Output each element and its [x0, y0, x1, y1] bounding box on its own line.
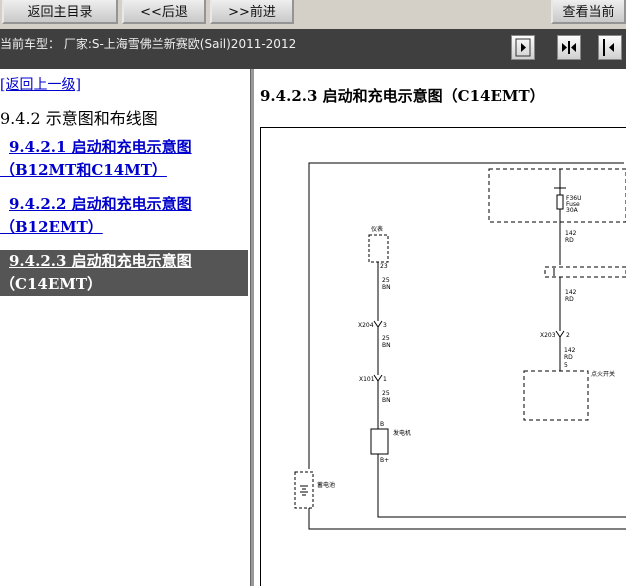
pin-bplus: B+: [380, 457, 389, 464]
view-current-button-label: 查看当前: [562, 5, 615, 20]
section-heading: 9.4.2 示意图和布线图: [0, 109, 158, 128]
toc-pane: [返回上一级] 9.4.2 示意图和布线图 9.4.2.1 启动和充电示意图 （…: [0, 69, 250, 586]
fit-button[interactable]: [557, 35, 581, 60]
view-current-button[interactable]: 查看当前: [551, 0, 626, 24]
fuse-rating: 30A: [566, 207, 579, 214]
car-info-bar: 当前车型： 厂家:S-上海雪佛兰新赛欧(Sail)2011-2012: [0, 29, 626, 69]
pin-3: 3: [383, 322, 387, 329]
expand-left-icon: [515, 38, 531, 57]
wire-25-b: 25: [382, 335, 390, 342]
starting-charging-schematic: F36U Fuse 30A 142 RD 142 RD X203 2 142 R…: [260, 127, 626, 586]
toc-item-line: （B12MT和C14MT）: [0, 161, 167, 179]
wire-25-c: 25: [382, 390, 390, 397]
wire-rd-b: RD: [565, 296, 574, 303]
toc-item-9-4-2-3-selected[interactable]: 9.4.2.3 启动和充电示意图 （C14EMT）: [0, 250, 248, 296]
toc-item-line: 9.4.2.2 启动和充电示意图: [9, 195, 192, 213]
home-button-label: 返回主目录: [27, 5, 93, 20]
forward-button-label: >>前进: [228, 5, 276, 20]
current-car-model: 当前车型： 厂家:S-上海雪佛兰新赛欧(Sail)2011-2012: [0, 37, 297, 51]
toc-item-9-4-2-1[interactable]: 9.4.2.1 启动和充电示意图 （B12MT和C14MT）: [0, 136, 192, 182]
wire-142-b: 142: [565, 289, 577, 296]
pin-b: B: [380, 421, 384, 428]
wire-bn-a: BN: [382, 284, 391, 291]
home-button[interactable]: 返回主目录: [2, 0, 118, 24]
connector-x203: X203: [540, 332, 556, 339]
wire-25-a: 25: [382, 277, 390, 284]
wire-142-a: 142: [565, 230, 577, 237]
forward-button[interactable]: >>前进: [210, 0, 294, 24]
wire-142-c: 142: [564, 347, 576, 354]
back-to-parent-link[interactable]: [返回上一级]: [0, 74, 81, 94]
wire-rd-c: RD: [564, 354, 573, 361]
connector-x101: X101: [359, 376, 375, 383]
wire-bn-b: BN: [382, 342, 391, 349]
toc-item-line: （B12EMT）: [0, 218, 103, 236]
expand-right-button[interactable]: [598, 35, 622, 60]
pin-2: 2: [566, 332, 570, 339]
expand-right-icon: [603, 39, 614, 56]
wire-rd-a: RD: [565, 237, 574, 244]
back-button[interactable]: <<后退: [122, 0, 206, 24]
ignition-switch-label: 点火开关: [591, 370, 615, 378]
expand-left-button[interactable]: [511, 35, 535, 60]
generator-label: 发电机: [393, 429, 411, 437]
content-pane: 9.4.2.3 启动和充电示意图（C14EMT） F36U Fuse 30A 1…: [254, 69, 626, 586]
toc-item-line: 9.4.2.3 启动和充电示意图: [9, 252, 192, 270]
pin-1: 1: [383, 376, 387, 383]
toolbar: 返回主目录 <<后退 >>前进 查看当前: [0, 0, 626, 30]
connector-x204: X204: [358, 322, 374, 329]
toc-item-line: 9.4.2.1 启动和充电示意图: [9, 138, 192, 156]
toc-item-9-4-2-2[interactable]: 9.4.2.2 启动和充电示意图 （B12EMT）: [0, 193, 192, 239]
wire-bn-c: BN: [382, 397, 391, 404]
battery-label: 蓄电池: [317, 481, 335, 489]
pin-23: 23: [380, 263, 388, 270]
toc-item-line: （C14EMT）: [0, 275, 103, 293]
fit-icon: [562, 41, 576, 54]
back-button-label: <<后退: [140, 5, 188, 20]
pin-5: 5: [564, 362, 568, 369]
instrument-cluster-label: 仪表: [371, 225, 383, 233]
